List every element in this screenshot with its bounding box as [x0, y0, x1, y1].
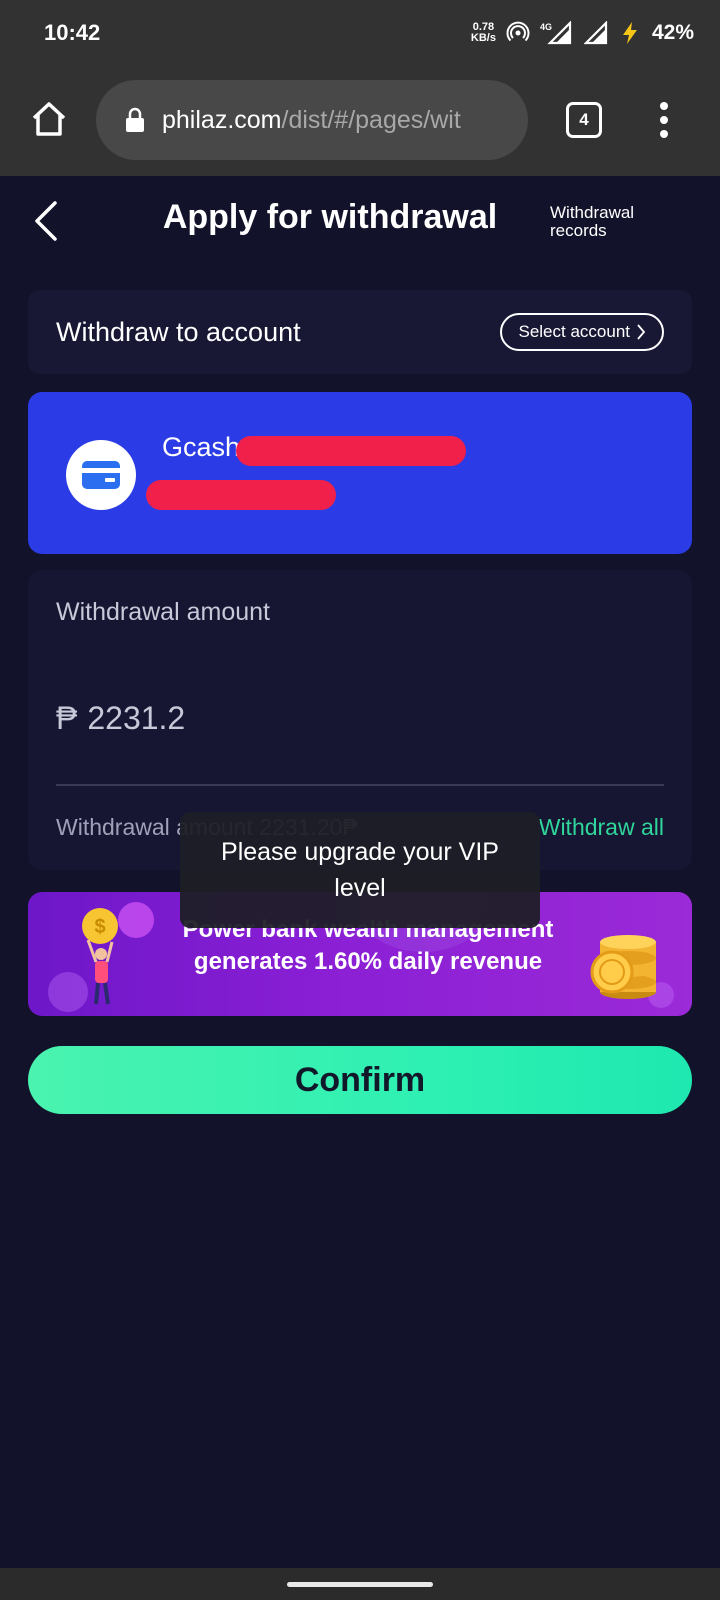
account-card[interactable]: Gcash o) [28, 392, 692, 554]
svg-text:$: $ [94, 916, 105, 938]
person-holding-coin-icon: $ [82, 908, 118, 1005]
url-host: philaz.com [162, 105, 282, 134]
account-name: Gcash [162, 432, 241, 462]
address-bar[interactable]: philaz.com/dist/#/pages/wit [96, 80, 528, 160]
confirm-button[interactable]: Confirm [28, 1046, 692, 1114]
amount-label: Withdrawal amount [56, 598, 270, 626]
home-icon [32, 102, 66, 136]
withdraw-to-account-row: Withdraw to account Select account [28, 290, 692, 374]
withdrawal-records-link[interactable]: Withdrawal records [550, 204, 680, 240]
redaction-mark [146, 480, 336, 510]
back-button[interactable] [26, 196, 66, 246]
home-button[interactable] [26, 96, 72, 142]
toast-message: Please upgrade your VIP level [180, 812, 540, 928]
currency-symbol: ₱ [56, 700, 78, 736]
status-icons: 0.78 KB/s 4G 42% [471, 21, 694, 45]
hotspot-icon [506, 21, 530, 45]
url-path: /dist/#/pages/wit [281, 105, 461, 134]
tab-switcher-button[interactable]: 4 [566, 102, 602, 138]
divider [56, 784, 664, 786]
chevron-right-icon [637, 324, 646, 340]
coin-stack-icon [590, 935, 656, 999]
browser-toolbar: philaz.com/dist/#/pages/wit 4 [0, 66, 720, 176]
withdraw-all-button[interactable]: Withdraw all [539, 814, 664, 841]
amount-input[interactable]: ₱ 2231.2 [56, 700, 185, 737]
amount-value: 2231.2 [87, 700, 186, 736]
battery-level: 42% [651, 21, 694, 44]
lock-icon [126, 107, 144, 132]
status-bar: 10:42 0.78 KB/s 4G 42% [0, 0, 720, 66]
signal-4g-icon: 4G [540, 21, 574, 45]
page-title: Apply for withdrawal [162, 198, 498, 236]
gesture-handle[interactable] [287, 1581, 433, 1587]
signal-icon [583, 21, 608, 45]
svg-text:4G: 4G [540, 22, 552, 32]
chevron-left-icon [35, 201, 57, 241]
withdraw-to-account-label: Withdraw to account [56, 316, 301, 347]
select-account-button[interactable]: Select account [500, 313, 664, 351]
credit-card-icon [66, 440, 136, 510]
charging-icon [618, 21, 642, 45]
status-time: 10:42 [44, 20, 101, 45]
redaction-mark [236, 436, 466, 466]
more-vert-icon[interactable] [650, 100, 678, 140]
select-account-label: Select account [518, 322, 630, 341]
system-nav-bar [0, 1568, 720, 1600]
network-speed: 0.78 KB/s [470, 21, 496, 44]
